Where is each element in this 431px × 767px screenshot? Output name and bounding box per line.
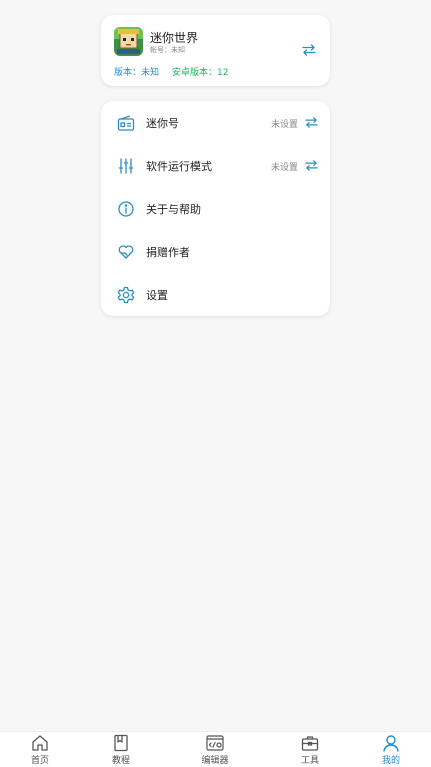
tab-label: 我的	[381, 756, 400, 766]
menu-item-run-mode[interactable]: 软件运行模式 未设置	[101, 144, 330, 187]
menu-item-donate[interactable]: 捐赠作者	[101, 230, 330, 273]
menu-item-about-help[interactable]: 关于与帮助	[101, 187, 330, 230]
tab-home[interactable]: 首页	[10, 732, 70, 767]
menu-item-status: 未设置	[270, 120, 298, 130]
switch-icon[interactable]	[304, 115, 319, 130]
menu-item-label: 关于与帮助	[146, 203, 201, 216]
menu-item-label: 迷你号	[146, 117, 179, 130]
editor-icon	[206, 734, 224, 752]
info-icon	[117, 200, 135, 218]
game-name: 迷你世界	[150, 31, 199, 45]
menu-item-label: 软件运行模式	[146, 160, 212, 173]
tab-tutorial[interactable]: 教程	[91, 732, 151, 767]
tab-label: 首页	[30, 756, 49, 766]
tab-label: 编辑器	[201, 756, 229, 766]
version-row: 版本：未知 安卓版本：12	[114, 65, 228, 78]
home-icon	[31, 734, 49, 752]
switch-game-icon[interactable]	[301, 42, 317, 58]
menu-item-mini-id[interactable]: 迷你号 未设置	[101, 101, 330, 144]
menu-card: 迷你号 未设置 软件运行模式 未设置 关于与帮助 捐赠作者 设置	[101, 101, 330, 316]
radio-icon	[117, 114, 135, 132]
game-card[interactable]: 迷你世界 帐号：未知 版本：未知 安卓版本：12	[101, 15, 330, 86]
tab-mine[interactable]: 我的	[361, 732, 421, 767]
menu-item-status: 未设置	[270, 163, 298, 173]
bottom-tab-bar: 首页 教程 编辑器 工具 我的	[0, 731, 431, 767]
menu-item-label: 设置	[146, 289, 168, 302]
menu-item-settings[interactable]: 设置	[101, 273, 330, 316]
tab-editor[interactable]: 编辑器	[185, 732, 245, 767]
tab-tools[interactable]: 工具	[280, 732, 340, 767]
game-account: 帐号：未知	[150, 46, 185, 54]
android-version-label: 安卓版本：12	[172, 68, 229, 78]
sliders-icon	[117, 157, 135, 175]
tab-label: 教程	[111, 756, 130, 766]
toolbox-icon	[301, 734, 319, 752]
menu-item-label: 捐赠作者	[146, 246, 190, 259]
version-label: 版本：未知	[114, 68, 160, 78]
heart-hand-icon	[117, 243, 135, 261]
tab-label: 工具	[300, 756, 319, 766]
book-icon	[112, 734, 130, 752]
user-icon	[382, 734, 400, 752]
gear-icon	[117, 286, 135, 304]
switch-icon[interactable]	[304, 158, 319, 173]
game-app-icon	[114, 27, 143, 56]
